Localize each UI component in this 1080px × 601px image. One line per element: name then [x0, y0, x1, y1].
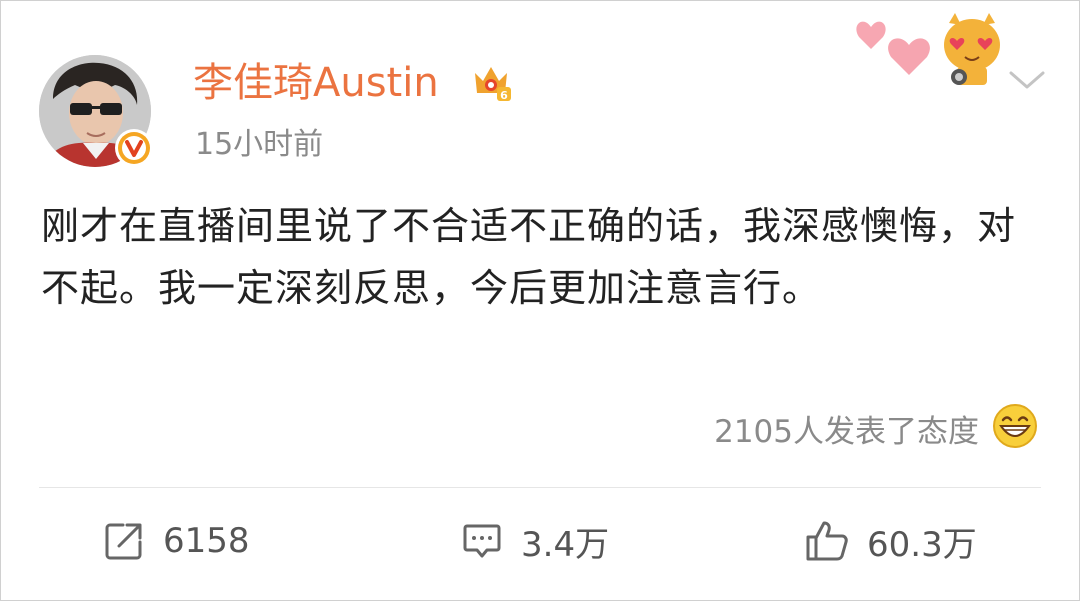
action-divider — [39, 487, 1041, 488]
repost-count: 6158 — [163, 521, 250, 561]
like-count: 60.3万 — [867, 524, 977, 565]
post-body-text: 刚才在直播间里说了不合适不正确的话，我深感懊悔，对不起。我一定深刻反思，今后更加… — [41, 204, 1017, 310]
post-timestamp: 15小时前 — [195, 127, 324, 162]
reaction-summary[interactable]: 2105人发表了态度 — [714, 403, 1039, 453]
like-button[interactable]: 60.3万 — [803, 511, 977, 571]
comment-count: 3.4万 — [521, 524, 610, 565]
repost-icon — [105, 523, 142, 560]
reaction-summary-text: 2105人发表了态度 — [714, 413, 979, 450]
author-name[interactable]: 李佳琦Austin — [193, 57, 439, 109]
thumbs-up-icon — [806, 521, 848, 561]
heart-cat-sticker-icon — [853, 9, 1003, 89]
comment-icon — [463, 524, 501, 558]
repost-button[interactable]: 6158 — [101, 511, 250, 571]
vip-crown-icon[interactable]: 6 — [469, 59, 513, 103]
chevron-down-icon[interactable] — [1005, 65, 1049, 95]
verified-badge-icon — [113, 127, 155, 169]
svg-text:6: 6 — [500, 89, 508, 102]
laughing-emoji-icon — [991, 402, 1039, 454]
weibo-post-card: 李佳琦Austin 6 15小时前 刚才在直播间里说了不合适不正确的话，我深感懊… — [0, 0, 1080, 601]
comment-button[interactable]: 3.4万 — [459, 511, 609, 571]
